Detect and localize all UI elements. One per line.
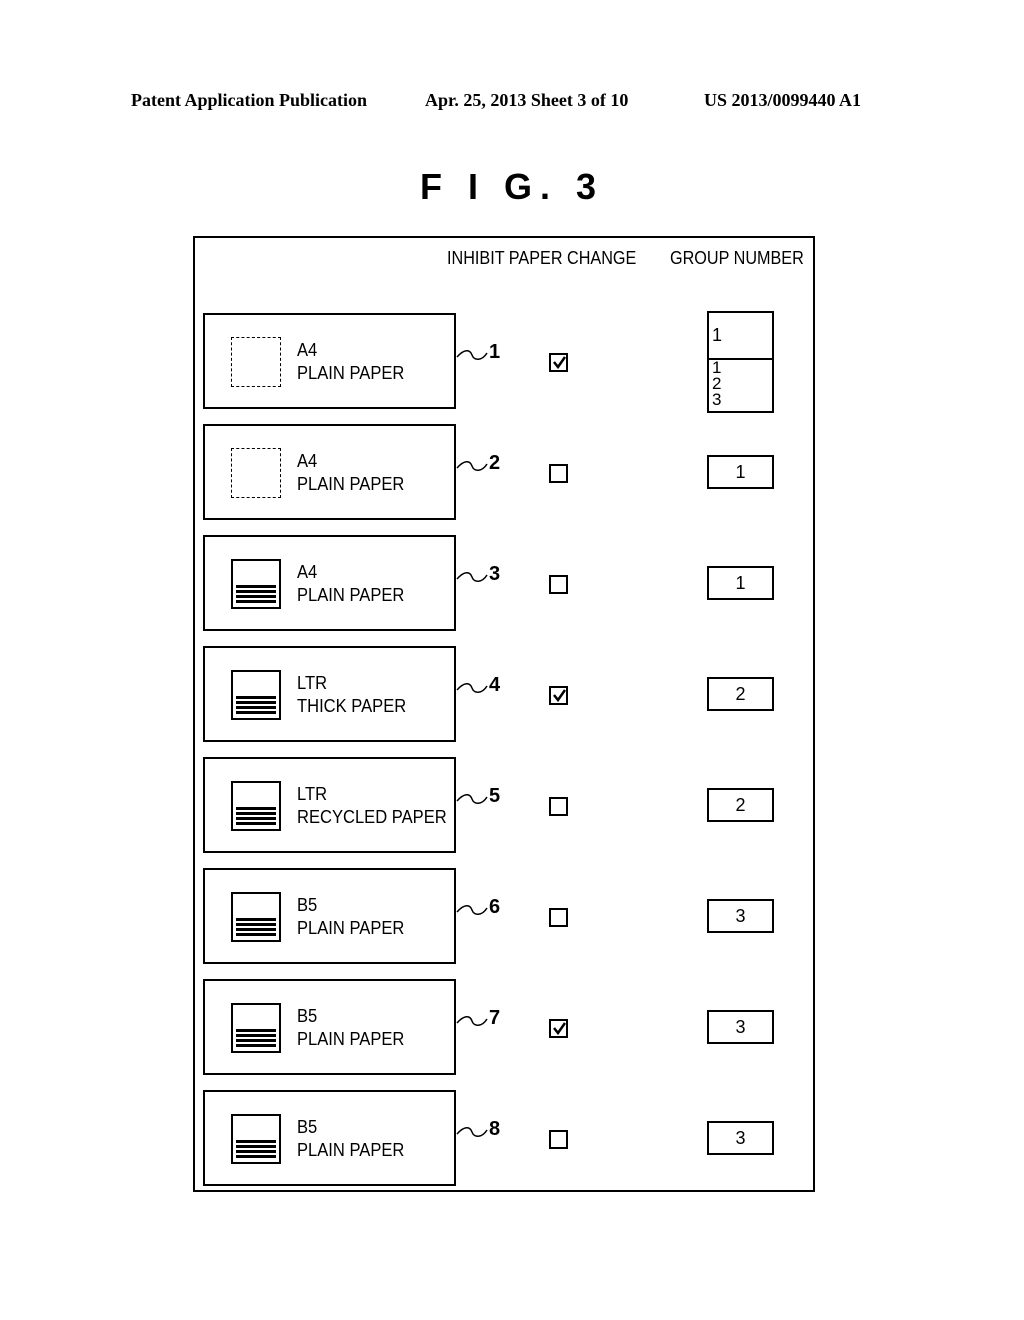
tray-row: A4 PLAIN PAPER 1 [0, 313, 1024, 413]
group-number-select[interactable]: 1 [707, 566, 774, 600]
checkmark-icon [553, 689, 566, 702]
publication-date-sheet: Apr. 25, 2013 Sheet 3 of 10 [425, 90, 629, 110]
group-number-select[interactable]: 3 [707, 1121, 774, 1155]
group-number-selected[interactable]: 1 [709, 313, 772, 360]
paper-loaded-icon [231, 559, 281, 609]
figure-title: F I G. 3 [419, 166, 605, 207]
publication-label: Patent Application Publication [131, 90, 368, 110]
leader-tilde-icon [456, 572, 488, 582]
paper-loaded-icon [231, 670, 281, 720]
paper-type: PLAIN PAPER [297, 918, 405, 938]
paper-size: A4 [297, 340, 318, 360]
tray-label: A4 PLAIN PAPER [297, 339, 404, 385]
paper-loaded-icon [231, 1114, 281, 1164]
paper-type: PLAIN PAPER [297, 474, 405, 494]
paper-empty-icon [231, 337, 281, 387]
group-column-header: GROUP NUMBER [670, 248, 804, 268]
tray-label: A4 PLAIN PAPER [297, 561, 404, 607]
leader-tilde-icon [456, 1127, 488, 1137]
paper-size: LTR [297, 784, 328, 804]
tray-label: A4 PLAIN PAPER [297, 450, 404, 496]
reference-number: 3 [489, 563, 501, 585]
reference-number: 8 [489, 1118, 501, 1140]
paper-type: PLAIN PAPER [297, 363, 405, 383]
tray-button[interactable]: LTR THICK PAPER [203, 646, 456, 742]
inhibit-checkbox[interactable] [549, 1130, 568, 1149]
reference-number: 5 [489, 785, 501, 807]
tray-row: A4 PLAIN PAPER 3 1 [0, 535, 1024, 635]
group-number-select[interactable]: 1 [707, 455, 774, 489]
tray-button[interactable]: B5 PLAIN PAPER [203, 1090, 456, 1186]
reference-number: 2 [489, 452, 501, 474]
paper-loaded-icon [231, 1003, 281, 1053]
tray-row: A4 PLAIN PAPER 2 1 [0, 424, 1024, 524]
paper-type: PLAIN PAPER [297, 1140, 405, 1160]
paper-type: THICK PAPER [297, 696, 407, 716]
group-number-select[interactable]: 2 [707, 788, 774, 822]
checkmark-icon [553, 1022, 566, 1035]
checkmark-icon [553, 356, 566, 369]
reference-number: 6 [489, 896, 501, 918]
tray-button[interactable]: A4 PLAIN PAPER [203, 313, 456, 409]
paper-loaded-icon [231, 892, 281, 942]
group-option[interactable]: 3 [712, 391, 721, 408]
group-number-select[interactable]: 3 [707, 899, 774, 933]
reference-number: 4 [489, 674, 501, 696]
inhibit-checkbox[interactable] [549, 575, 568, 594]
paper-size: A4 [297, 562, 318, 582]
paper-empty-icon [231, 448, 281, 498]
paper-loaded-icon [231, 781, 281, 831]
tray-label: LTR THICK PAPER [297, 672, 406, 718]
tray-button[interactable]: A4 PLAIN PAPER [203, 424, 456, 520]
paper-type: RECYCLED PAPER [297, 807, 447, 827]
tray-button[interactable]: A4 PLAIN PAPER [203, 535, 456, 631]
tray-label: B5 PLAIN PAPER [297, 1116, 404, 1162]
leader-tilde-icon [456, 1016, 488, 1026]
tray-button[interactable]: LTR RECYCLED PAPER [203, 757, 456, 853]
leader-tilde-icon [456, 905, 488, 915]
tray-label: B5 PLAIN PAPER [297, 1005, 404, 1051]
paper-size: A4 [297, 451, 318, 471]
tray-label: B5 PLAIN PAPER [297, 894, 404, 940]
paper-type: PLAIN PAPER [297, 1029, 405, 1049]
inhibit-checkbox[interactable] [549, 1019, 568, 1038]
paper-size: B5 [297, 895, 318, 915]
tray-button[interactable]: B5 PLAIN PAPER [203, 868, 456, 964]
tray-button[interactable]: B5 PLAIN PAPER [203, 979, 456, 1075]
tray-row: B5 PLAIN PAPER 8 3 [0, 1090, 1024, 1190]
inhibit-checkbox[interactable] [549, 686, 568, 705]
paper-size: B5 [297, 1117, 318, 1137]
leader-tilde-icon [456, 794, 488, 804]
reference-number: 7 [489, 1007, 501, 1029]
tray-label: LTR RECYCLED PAPER [297, 783, 447, 829]
inhibit-column-header: INHIBIT PAPER CHANGE [447, 248, 637, 268]
leader-tilde-icon [456, 350, 488, 360]
tray-row: LTR THICK PAPER 4 2 [0, 646, 1024, 746]
paper-size: LTR [297, 673, 328, 693]
group-number-select[interactable]: 3 [707, 1010, 774, 1044]
group-option-list: 123 [712, 359, 721, 408]
tray-row: LTR RECYCLED PAPER 5 2 [0, 757, 1024, 857]
publication-number: US 2013/0099440 A1 [704, 90, 862, 110]
reference-number: 1 [489, 341, 501, 363]
group-number-dropdown[interactable]: 1123 [707, 311, 774, 413]
tray-row: B5 PLAIN PAPER 7 3 [0, 979, 1024, 1079]
paper-type: PLAIN PAPER [297, 585, 405, 605]
tray-row: B5 PLAIN PAPER 6 3 [0, 868, 1024, 968]
paper-size: B5 [297, 1006, 318, 1026]
inhibit-checkbox[interactable] [549, 353, 568, 372]
group-number-select[interactable]: 2 [707, 677, 774, 711]
leader-tilde-icon [456, 461, 488, 471]
inhibit-checkbox[interactable] [549, 908, 568, 927]
inhibit-checkbox[interactable] [549, 464, 568, 483]
leader-tilde-icon [456, 683, 488, 693]
inhibit-checkbox[interactable] [549, 797, 568, 816]
